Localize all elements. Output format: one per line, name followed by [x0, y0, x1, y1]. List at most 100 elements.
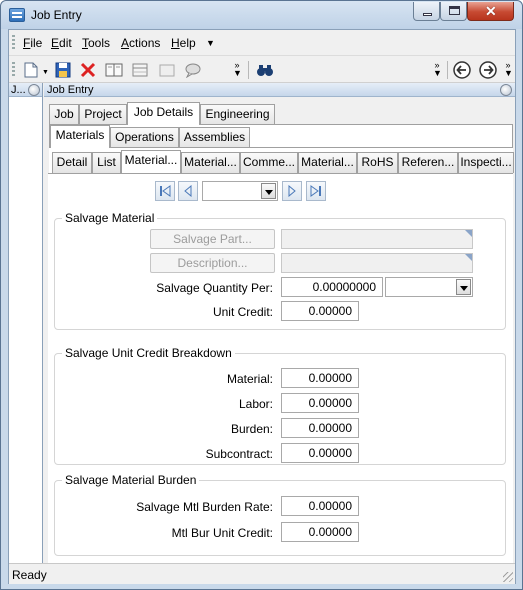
tree-panel: J...	[9, 83, 43, 563]
burden-rate-field[interactable]: 0.00000	[281, 496, 359, 516]
previous-record-button[interactable]	[178, 181, 198, 201]
labor-label: Labor:	[238, 397, 273, 411]
toolbar-separator	[248, 61, 249, 79]
description-button[interactable]: Description...	[150, 253, 275, 273]
tab-project[interactable]: Project	[79, 104, 127, 125]
close-icon: ✕	[485, 3, 497, 19]
mtl-bur-unit-credit-label: Mtl Bur Unit Credit:	[171, 526, 273, 540]
toolbar: ▼ » ▼ » ▼ » ▼	[9, 57, 515, 83]
tab-comments[interactable]: Comme...	[240, 152, 298, 173]
material-field[interactable]: 0.00000	[281, 368, 359, 388]
breakdown-group: Salvage Unit Credit Breakdown Material: …	[54, 346, 506, 465]
calendar-icon[interactable]	[130, 60, 150, 80]
unit-credit-field[interactable]: 0.00000	[281, 301, 359, 321]
status-text: Ready	[12, 568, 47, 582]
burden-field[interactable]: 0.00000	[281, 418, 359, 438]
tab-material-2[interactable]: Material...	[181, 152, 240, 173]
tree-panel-header: J...	[9, 83, 42, 97]
unit-credit-label: Unit Credit:	[212, 305, 273, 319]
save-icon[interactable]	[53, 60, 73, 80]
first-record-button[interactable]	[155, 181, 175, 201]
subcontract-label: Subcontract:	[205, 447, 273, 461]
record-selector[interactable]	[202, 181, 278, 201]
menu-help[interactable]: Help	[171, 36, 196, 50]
new-document-icon[interactable]	[21, 60, 41, 80]
toolbar-overflow-icon[interactable]: » ▼	[233, 61, 242, 78]
tab-job[interactable]: Job	[49, 104, 79, 125]
tab-engineering[interactable]: Engineering	[200, 104, 275, 125]
binoculars-icon[interactable]	[255, 60, 275, 80]
maximize-button[interactable]	[440, 2, 467, 21]
delete-icon[interactable]	[78, 60, 98, 80]
menu-bar: File Edit Tools Actions Help ▼	[9, 30, 515, 56]
burden-group: Salvage Material Burden Salvage Mtl Burd…	[54, 473, 506, 556]
materials-body: Detail List Material... Material... Comm…	[48, 147, 514, 564]
panel-header: Job Entry	[44, 83, 515, 97]
tab-material-1[interactable]: Material...	[121, 150, 181, 173]
menubar-grip[interactable]	[12, 35, 15, 51]
tab-detail[interactable]: Detail	[52, 152, 92, 173]
record-selector-arrow-icon[interactable]	[261, 183, 276, 199]
labor-field[interactable]: 0.00000	[281, 393, 359, 413]
status-bar: Ready	[9, 563, 515, 584]
tab-inspection[interactable]: Inspecti...	[458, 152, 514, 173]
app-icon	[9, 8, 25, 22]
uom-dropdown-icon[interactable]	[456, 279, 471, 295]
tab-rohs[interactable]: RoHS	[357, 152, 398, 173]
first-record-icon	[160, 185, 171, 197]
toolbar-grip[interactable]	[12, 62, 15, 78]
burden-rate-label: Salvage Mtl Burden Rate:	[136, 500, 273, 514]
tab-list[interactable]: List	[92, 152, 121, 173]
subcontract-field[interactable]: 0.00000	[281, 443, 359, 463]
tree-panel-title: J...	[11, 84, 26, 96]
minimize-button[interactable]	[413, 2, 440, 21]
maximize-icon	[449, 6, 460, 15]
tab-materials[interactable]: Materials	[50, 125, 110, 148]
salvage-part-field[interactable]	[281, 229, 473, 249]
menu-tools[interactable]: Tools	[82, 36, 110, 50]
breakdown-title: Salvage Unit Credit Breakdown	[62, 346, 235, 360]
tab-assemblies[interactable]: Assemblies	[179, 127, 250, 148]
window-title: Job Entry	[31, 8, 82, 22]
tab-material-3[interactable]: Material...	[298, 152, 357, 173]
menu-actions[interactable]: Actions	[121, 36, 160, 50]
pin-icon[interactable]	[28, 84, 40, 96]
title-bar[interactable]: Job Entry ✕	[1, 1, 522, 29]
salvage-part-button[interactable]: Salvage Part...	[150, 229, 275, 249]
burden-label: Burden:	[230, 422, 273, 436]
book-icon[interactable]	[104, 60, 124, 80]
salvage-material-title: Salvage Material	[62, 211, 158, 225]
last-record-button[interactable]	[306, 181, 326, 201]
back-arrow-icon[interactable]	[452, 60, 472, 80]
description-field[interactable]	[281, 253, 473, 273]
previous-record-icon	[184, 185, 192, 197]
speech-bubble-icon[interactable]	[183, 60, 203, 80]
uom-select[interactable]	[385, 277, 473, 297]
close-button[interactable]: ✕	[467, 2, 514, 21]
tab-job-details[interactable]: Job Details	[127, 102, 200, 125]
burden-group-title: Salvage Material Burden	[62, 473, 200, 487]
tab-references[interactable]: Referen...	[398, 152, 458, 173]
last-record-icon	[310, 185, 321, 197]
menu-file[interactable]: File	[23, 36, 42, 50]
toolbar-overflow-2-icon[interactable]: » ▼	[433, 61, 442, 78]
forward-arrow-icon[interactable]	[478, 60, 498, 80]
resize-grip-icon[interactable]	[503, 572, 513, 582]
job-entry-panel: Job Entry Job Project Job Details Engine…	[44, 83, 515, 564]
next-record-button[interactable]	[282, 181, 302, 201]
blank-icon[interactable]	[157, 60, 177, 80]
salvage-quantity-field[interactable]: 0.00000000	[281, 277, 383, 297]
tab-operations[interactable]: Operations	[110, 127, 179, 148]
next-record-icon	[288, 185, 296, 197]
job-details-body: Materials Operations Assemblies Detail L…	[48, 124, 514, 564]
salvage-material-group: Salvage Material Salvage Part... Descrip…	[54, 211, 506, 330]
panel-pin-icon[interactable]	[500, 84, 512, 96]
salvage-tab-body: Salvage Material Salvage Part... Descrip…	[48, 173, 513, 564]
application-window: Job Entry ✕ File Edit Tools Actions Help…	[0, 0, 523, 590]
toolbar-overflow-3-icon[interactable]: » ▼	[504, 61, 513, 78]
client-area: File Edit Tools Actions Help ▼ ▼ » ▼ » ▼…	[8, 29, 516, 584]
menu-edit[interactable]: Edit	[51, 36, 72, 50]
mtl-bur-unit-credit-field[interactable]: 0.00000	[281, 522, 359, 542]
new-dropdown-icon[interactable]: ▼	[42, 69, 49, 76]
menu-overflow-icon[interactable]: ▼	[206, 38, 215, 48]
